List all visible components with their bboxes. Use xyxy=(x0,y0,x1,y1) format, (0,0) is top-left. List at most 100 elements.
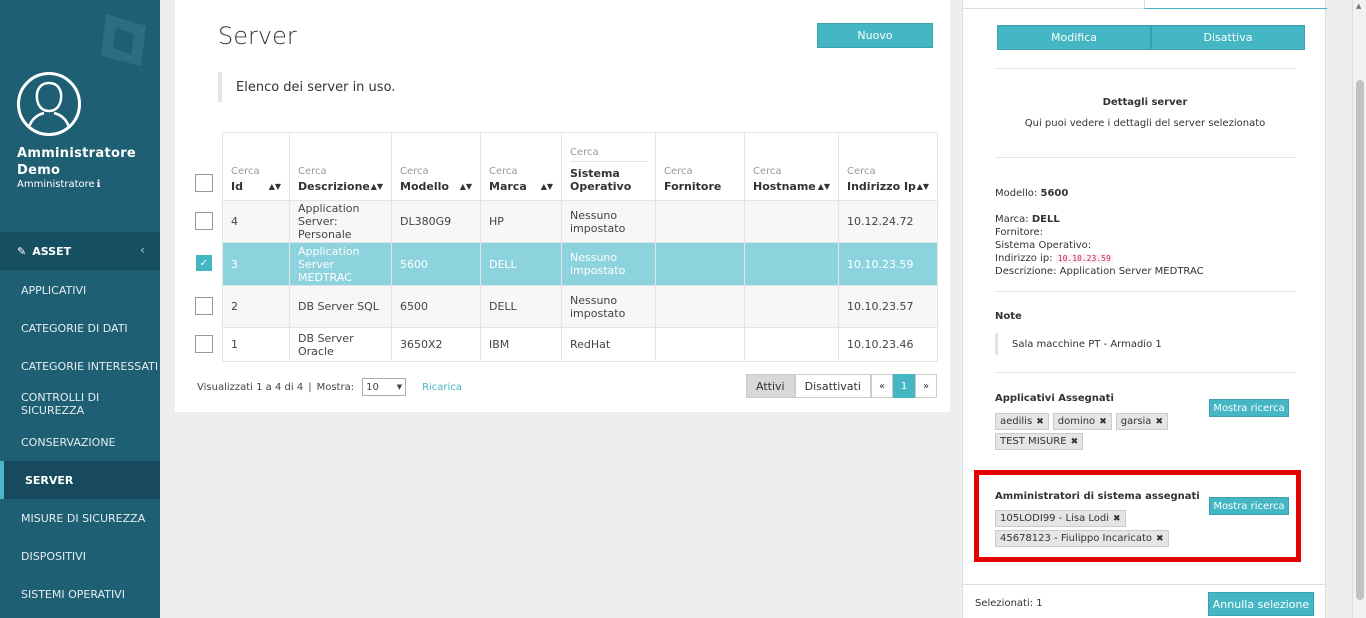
column-search[interactable]: Cerca xyxy=(489,166,553,180)
column-search[interactable]: Cerca xyxy=(298,166,383,180)
remove-icon[interactable]: ✖ xyxy=(1036,417,1044,427)
column-label: Sistema Operativo xyxy=(570,167,632,193)
cell-marca: DELL xyxy=(480,242,562,286)
user-role-label: Amministratore xyxy=(17,179,95,190)
column-search[interactable]: Cerca xyxy=(400,166,472,180)
sidebar-item-dispositivi[interactable]: DISPOSITIVI xyxy=(0,537,160,575)
table-row-selected[interactable]: 3 Application Server MEDTRAC 5600 DELL N… xyxy=(222,242,938,286)
row-checkbox-checked[interactable]: ✓ xyxy=(195,254,213,272)
scroll-up-icon[interactable]: ▲ xyxy=(1356,2,1361,10)
table-row[interactable]: 2 DB Server SQL 6500 DELL Nessuno impost… xyxy=(222,285,938,328)
model-value: 5600 xyxy=(1040,188,1069,199)
column-header-hostname[interactable]: Cerca Hostname ▲▼ xyxy=(744,132,839,201)
apps-title: Applicativi Assegnati xyxy=(995,393,1114,404)
edit-button[interactable]: Modifica xyxy=(997,25,1151,50)
row-checkbox[interactable] xyxy=(195,297,213,315)
cell-descrizione: DB Server SQL xyxy=(289,285,392,328)
reload-link[interactable]: Ricarica xyxy=(422,382,462,393)
sort-icon[interactable]: ▲▼ xyxy=(818,180,830,193)
edit-icon: ✎ xyxy=(17,244,27,258)
cell-ip: 10.12.24.72 xyxy=(838,200,938,243)
remove-icon[interactable]: ✖ xyxy=(1071,437,1079,447)
sidebar-item-categorie-di-dati[interactable]: CATEGORIE DI DATI xyxy=(0,309,160,347)
sidebar-section-asset[interactable]: ✎ ASSET ‹ xyxy=(0,232,160,270)
tag: aedilis ✖ xyxy=(995,413,1049,430)
sidebar-item-controlli-di-sicurezza[interactable]: CONTROLLI DI SICUREZZA xyxy=(0,385,160,423)
row-checkbox[interactable] xyxy=(195,335,213,353)
sort-icon[interactable]: ▲▼ xyxy=(917,180,929,193)
table-row[interactable]: 4 Application Server: Personale DL380G9 … xyxy=(222,200,938,243)
avatar[interactable] xyxy=(17,72,81,136)
select-all-checkbox[interactable] xyxy=(195,174,213,192)
next-page-button[interactable]: » xyxy=(915,374,937,398)
sidebar-item-server[interactable]: SERVER xyxy=(0,461,160,499)
scrollbar-thumb[interactable] xyxy=(1356,80,1364,600)
column-label: Hostname xyxy=(753,180,816,193)
detail-actions: Modifica Disattiva xyxy=(997,25,1305,50)
sidebar-item-misure-di-sicurezza[interactable]: MISURE DI SICUREZZA xyxy=(0,499,160,537)
column-header-descrizione[interactable]: Cerca Descrizione ▲▼ xyxy=(289,132,392,201)
details-subtitle: Qui puoi vedere i dettagli del server se… xyxy=(1024,118,1266,129)
scrollbar[interactable]: ▲ xyxy=(1352,0,1366,618)
active-filter-button[interactable]: Attivi xyxy=(746,374,795,398)
sidebar-item-applicativi[interactable]: APPLICATIVI xyxy=(0,271,160,309)
sort-icon[interactable]: ▲▼ xyxy=(541,180,553,193)
cell-fornitore xyxy=(655,200,745,243)
user-icon xyxy=(26,81,72,133)
tag: domino ✖ xyxy=(1052,413,1112,430)
sort-icon[interactable]: ▲▼ xyxy=(269,180,281,193)
admins-tags: 105LODI99 - Lisa Lodi ✖ 45678123 - Fiulip… xyxy=(995,510,1205,547)
brand-label: Marca: xyxy=(995,214,1029,225)
sort-icon[interactable]: ▲▼ xyxy=(460,180,472,193)
page-size-select[interactable]: 10 ▼ xyxy=(362,378,407,396)
desc-label: Descrizione: xyxy=(995,266,1057,277)
sort-icon[interactable]: ▲▼ xyxy=(371,180,383,193)
admins-search-button[interactable]: Mostra ricerca xyxy=(1209,497,1289,515)
sidebar-item-categorie-interessati[interactable]: CATEGORIE INTERESSATI xyxy=(0,347,160,385)
sidebar-item-conservazione[interactable]: CONSERVAZIONE xyxy=(0,423,160,461)
remove-icon[interactable]: ✖ xyxy=(1113,514,1121,524)
deactivate-button[interactable]: Disattiva xyxy=(1151,25,1305,50)
panel-tab[interactable] xyxy=(1144,0,1327,9)
column-search[interactable]: Cerca xyxy=(753,166,830,180)
column-header-indirizzo-ip[interactable]: Cerca Indirizzo Ip ▲▼ xyxy=(838,132,938,201)
cell-hostname xyxy=(744,285,839,328)
cell-modello: DL380G9 xyxy=(391,200,481,243)
column-header-marca[interactable]: Cerca Marca ▲▼ xyxy=(480,132,562,201)
detail-list: Marca: DELL Fornitore: Sistema Operativo… xyxy=(995,213,1204,278)
column-search[interactable]: Cerca xyxy=(570,147,647,161)
caret-down-icon: ▼ xyxy=(396,383,403,391)
separator: | xyxy=(308,381,312,393)
column-search[interactable]: Cerca xyxy=(847,166,929,180)
page-1-button[interactable]: 1 xyxy=(893,374,915,398)
remove-icon[interactable]: ✖ xyxy=(1099,417,1107,427)
column-header-id[interactable]: Cerca Id ▲▼ xyxy=(222,132,290,201)
column-header-modello[interactable]: Cerca Modello ▲▼ xyxy=(391,132,481,201)
column-label: Modello xyxy=(400,180,449,193)
status-toggle: Attivi Disattivati xyxy=(746,374,871,398)
prev-page-button[interactable]: « xyxy=(871,374,893,398)
row-checkbox[interactable] xyxy=(195,212,213,230)
remove-icon[interactable]: ✖ xyxy=(1156,534,1164,544)
info-icon[interactable]: ℹ xyxy=(97,179,101,190)
cancel-selection-button[interactable]: Annulla selezione xyxy=(1208,592,1314,616)
column-header-sistema-operativo[interactable]: Cerca Sistema Operativo xyxy=(561,132,656,201)
table-row[interactable]: 1 DB Server Oracle 3650X2 IBM RedHat 10.… xyxy=(222,327,938,362)
cell-modello: 3650X2 xyxy=(391,327,481,362)
remove-icon[interactable]: ✖ xyxy=(1155,417,1163,427)
ip-label: Indirizzo ip: xyxy=(995,253,1053,264)
new-button[interactable]: Nuovo xyxy=(817,23,933,48)
column-search[interactable]: Cerca xyxy=(231,166,281,180)
sidebar-item-sistemi-operativi[interactable]: SISTEMI OPERATIVI xyxy=(0,575,160,613)
tag-label: 105LODI99 - Lisa Lodi xyxy=(1000,513,1110,524)
tag-label: garsia xyxy=(1120,416,1152,427)
cell-hostname xyxy=(744,327,839,362)
apps-search-button[interactable]: Mostra ricerca xyxy=(1209,399,1289,417)
model-label: Modello: xyxy=(995,188,1038,199)
supplier-label: Fornitore: xyxy=(995,227,1044,238)
column-header-fornitore[interactable]: Cerca Fornitore xyxy=(655,132,745,201)
records-info: Visualizzati 1 a 4 di 4 xyxy=(197,381,304,393)
inactive-filter-button[interactable]: Disattivati xyxy=(794,374,871,398)
user-role: Amministratore ℹ xyxy=(17,179,100,190)
column-search[interactable]: Cerca xyxy=(664,166,736,180)
